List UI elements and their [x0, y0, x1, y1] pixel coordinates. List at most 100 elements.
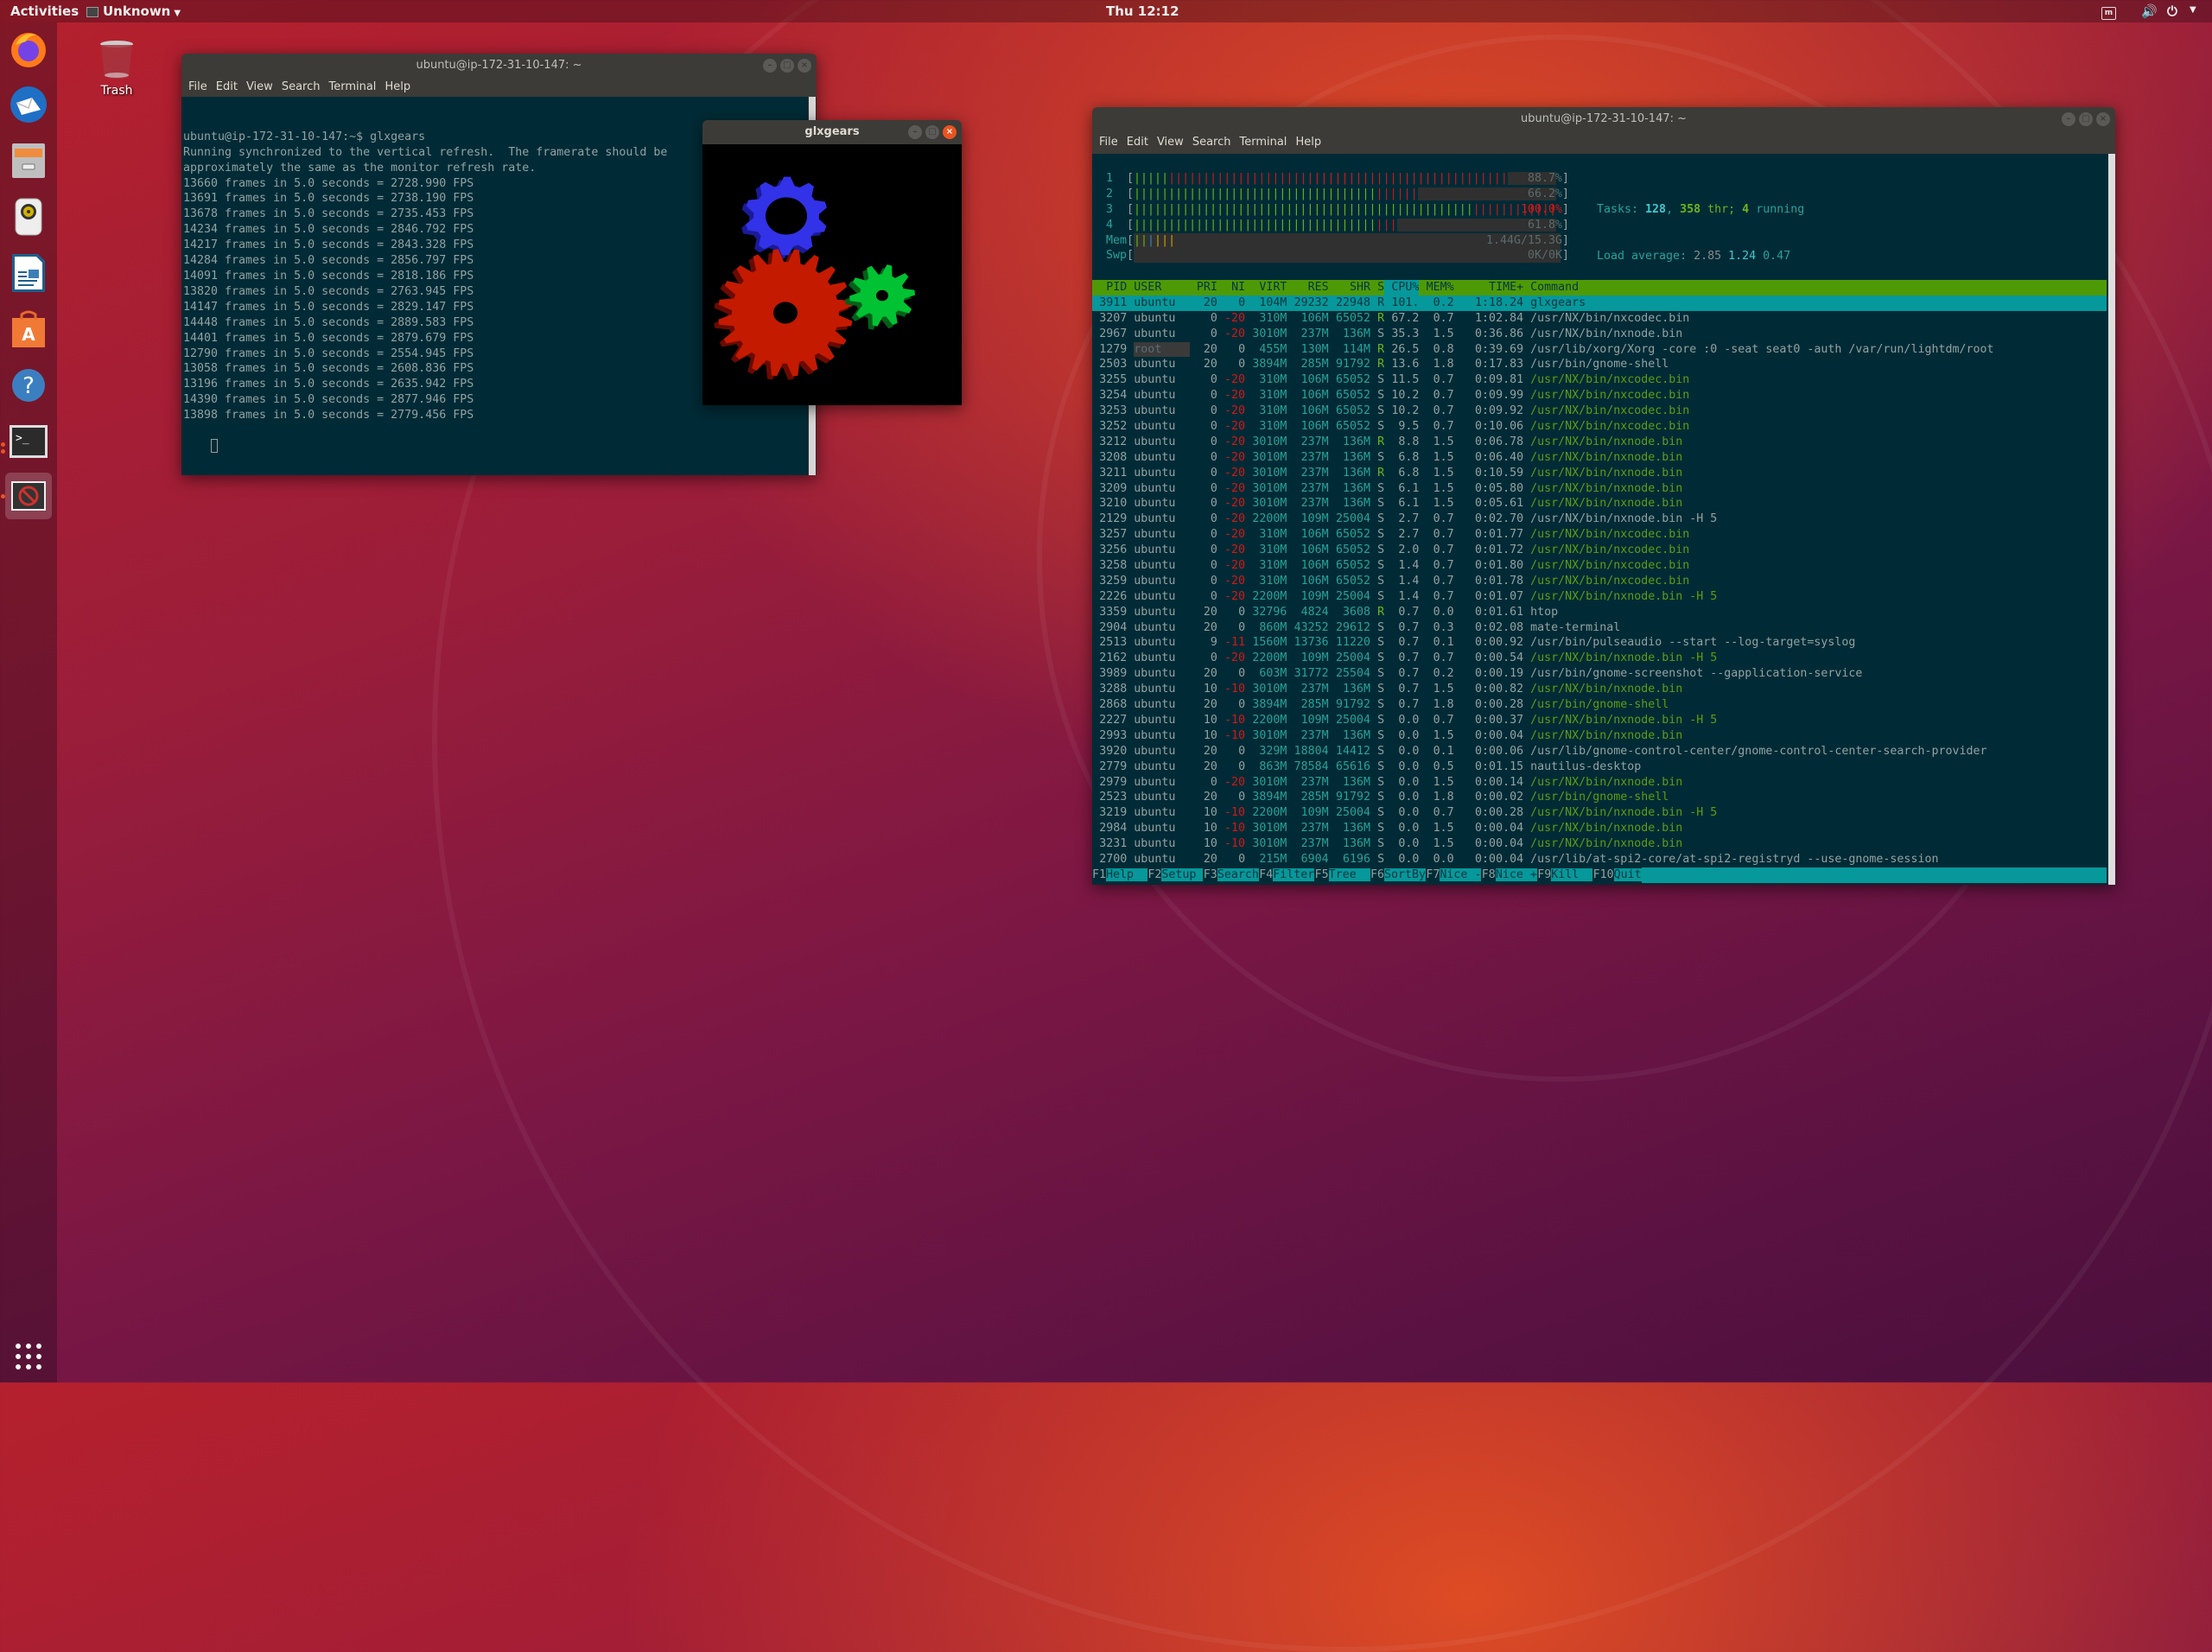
column-header-s[interactable]: S [1370, 280, 1384, 295]
close-button[interactable]: × [2096, 112, 2110, 126]
htop-screen[interactable]: 1[||||||||||||||||||||||||||||||||||||||… [1092, 154, 2115, 885]
desktop-trash[interactable]: Trash [91, 39, 143, 98]
column-header-user[interactable]: USER [1134, 280, 1189, 295]
process-row[interactable]: 3219 ubuntu 10 -10 2200M 109M 25004 S 0.0 0.7 0:00… [1092, 805, 2107, 821]
process-row[interactable]: 3911 ubuntu 20 0 104M 29232 22948 R 101. 0.2 1:18.… [1092, 295, 2107, 311]
menu-help[interactable]: Help [1295, 136, 1321, 149]
process-row[interactable]: 2226 ubuntu 0 -20 2200M 109M 25004 S 1.4 0.7 0:01.… [1092, 589, 2107, 605]
column-header-shr[interactable]: SHR [1329, 280, 1370, 295]
process-row[interactable]: 2979 ubuntu 0 -20 3010M 237M 136M S 0.0 1.5 0:00.1… [1092, 775, 2107, 791]
process-row[interactable]: 3989 ubuntu 20 0 603M 31772 25504 S 0.7 0.2 0:00.1… [1092, 666, 2107, 682]
dock-item-ubuntu-software[interactable]: A [5, 306, 52, 353]
process-row[interactable]: 3253 ubuntu 0 -20 310M 106M 65052 S 10.2 0.7 0:09.… [1092, 403, 2107, 419]
fkey-f3[interactable]: F3Search [1203, 867, 1259, 883]
menu-help[interactable]: Help [385, 80, 410, 93]
process-row[interactable]: 2984 ubuntu 10 -10 3010M 237M 136M S 0.0 1.5 0:00.… [1092, 821, 2107, 836]
process-row[interactable]: 3207 ubuntu 0 -20 310M 106M 65052 R 67.2 0.7 1:02.… [1092, 311, 2107, 327]
process-row[interactable]: 3920 ubuntu 20 0 329M 18804 14412 S 0.0 0.1 0:00.0… [1092, 744, 2107, 759]
process-row[interactable]: 2868 ubuntu 20 0 3894M 285M 91792 S 0.7 1.8 0:00.2… [1092, 697, 2107, 713]
minimize-button[interactable]: – [763, 59, 777, 73]
dock-item-help[interactable]: ? [5, 362, 52, 409]
menu-view[interactable]: View [246, 80, 273, 93]
column-header-mem[interactable]: MEM% [1419, 280, 1454, 295]
menu-view[interactable]: View [1157, 136, 1184, 149]
menu-file[interactable]: File [1099, 136, 1118, 149]
process-row[interactable]: 3257 ubuntu 0 -20 310M 106M 65052 S 2.7 0.7 0:01.7… [1092, 527, 2107, 543]
process-row[interactable]: 3258 ubuntu 0 -20 310M 106M 65052 S 1.4 0.7 0:01.8… [1092, 558, 2107, 574]
title-bar[interactable]: glxgears – □ × [702, 120, 962, 144]
fkey-f4[interactable]: F4Filter [1259, 867, 1315, 883]
process-row[interactable]: 3288 ubuntu 10 -10 3010M 237M 136M S 0.7 1.5 0:00.… [1092, 682, 2107, 697]
process-row[interactable]: 2700 ubuntu 20 0 215M 6904 6196 S 0.0 0.0 0:00.04 /… [1092, 852, 2107, 867]
menu-search[interactable]: Search [1192, 136, 1231, 149]
column-header-time[interactable]: TIME+ [1454, 280, 1523, 295]
process-row[interactable]: 1279 root 20 0 455M 130M 114M R 26.5 0.8 0:39.69/u… [1092, 341, 2107, 358]
process-row[interactable]: 3212 ubuntu 0 -20 3010M 237M 136M R 8.8 1.5 0:06.7… [1092, 435, 2107, 450]
dock-item-unknown-app[interactable] [5, 473, 52, 519]
menu-edit[interactable]: Edit [216, 80, 238, 93]
system-menu-chevron-icon[interactable]: ▼ [2190, 5, 2196, 15]
power-icon[interactable]: ⏻ [2167, 3, 2177, 19]
column-header-pri[interactable]: PRI [1190, 280, 1217, 295]
fkey-f1[interactable]: F1Help [1092, 867, 1148, 883]
process-row[interactable]: 3359 ubuntu 20 0 32796 4824 3608 R 0.7 0.0 0:01.61… [1092, 605, 2107, 620]
maximize-button[interactable]: □ [780, 59, 794, 73]
title-bar[interactable]: ubuntu@ip-172-31-10-147: ~ – □ × [1092, 107, 2115, 131]
process-row[interactable]: 3208 ubuntu 0 -20 3010M 237M 136M S 6.8 1.5 0:06.4… [1092, 450, 2107, 466]
volume-icon[interactable]: 🔊 [2141, 3, 2158, 19]
column-header-res[interactable]: RES [1287, 280, 1329, 295]
close-button[interactable]: × [798, 59, 811, 73]
process-row[interactable]: 3231 ubuntu 10 -10 3010M 237M 136M S 0.0 1.5 0:00.… [1092, 836, 2107, 852]
dock-item-libreoffice-writer[interactable] [5, 250, 52, 296]
process-row[interactable]: 2993 ubuntu 10 -10 3010M 237M 136M S 0.0 1.5 0:00.… [1092, 728, 2107, 744]
process-row[interactable]: 2162 ubuntu 0 -20 2200M 109M 25004 S 0.7 0.7 0:00.… [1092, 651, 2107, 666]
process-row[interactable]: 2129 ubuntu 0 -20 2200M 109M 25004 S 2.7 0.7 0:02.… [1092, 511, 2107, 527]
dock-item-firefox[interactable] [5, 26, 52, 73]
process-row[interactable]: 3256 ubuntu 0 -20 310M 106M 65052 S 2.0 0.7 0:01.7… [1092, 543, 2107, 558]
fkey-f7[interactable]: F7Nice - [1426, 867, 1482, 883]
fkey-f6[interactable]: F6SortBy [1370, 867, 1427, 883]
column-header-virt[interactable]: VIRT [1245, 280, 1287, 295]
dock-item-thunderbird[interactable] [5, 81, 52, 128]
menu-terminal[interactable]: Terminal [328, 80, 376, 93]
show-applications-button[interactable] [14, 1342, 43, 1371]
fkey-f9[interactable]: F9Kill [1537, 867, 1593, 883]
keyboard-indicator-icon[interactable]: m [2101, 3, 2116, 20]
column-header-cpu[interactable]: CPU% [1384, 280, 1420, 295]
fkey-f2[interactable]: F2Setup [1147, 867, 1204, 883]
process-row[interactable]: 2779 ubuntu 20 0 863M 78584 65616 S 0.0 0.5 0:01.1… [1092, 759, 2107, 775]
fkey-f10[interactable]: F10Quit [1592, 867, 1642, 883]
column-header-ni[interactable]: NI [1217, 280, 1245, 295]
activities-button[interactable]: Activities [10, 3, 79, 19]
process-row[interactable]: 3252 ubuntu 0 -20 310M 106M 65052 S 9.5 0.7 0:10.0… [1092, 419, 2107, 435]
process-row[interactable]: 2513 ubuntu 9 -11 1560M 13736 11220 S 0.7 0.1 0:00… [1092, 635, 2107, 651]
app-menu[interactable]: Unknown ▼ [86, 3, 181, 19]
process-row[interactable]: 3255 ubuntu 0 -20 310M 106M 65052 S 11.5 0.7 0:09.… [1092, 372, 2107, 388]
menu-file[interactable]: File [188, 80, 207, 93]
dock-item-files[interactable] [5, 137, 52, 184]
clock[interactable]: Thu 12:12 [1106, 3, 1179, 19]
menu-edit[interactable]: Edit [1127, 136, 1148, 149]
process-row[interactable]: 3254 ubuntu 0 -20 310M 106M 65052 S 10.2 0.7 0:09.… [1092, 388, 2107, 403]
dock-item-terminal[interactable]: >_ [5, 418, 52, 465]
maximize-button[interactable]: □ [2079, 112, 2093, 126]
title-bar[interactable]: ubuntu@ip-172-31-10-147: ~ – □ × [181, 54, 817, 78]
process-row[interactable]: 2523 ubuntu 20 0 3894M 285M 91792 S 0.0 1.8 0:00.0… [1092, 790, 2107, 805]
minimize-button[interactable]: – [908, 125, 922, 139]
process-row[interactable]: 2967 ubuntu 0 -20 3010M 237M 136M S 35.3 1.5 0:36.… [1092, 327, 2107, 342]
close-button[interactable]: × [943, 125, 957, 139]
process-row[interactable]: 3211 ubuntu 0 -20 3010M 237M 136M R 6.8 1.5 0:10.5… [1092, 466, 2107, 481]
column-header-command[interactable]: Command [1530, 280, 2080, 295]
scrollbar[interactable] [2108, 154, 2115, 885]
process-row[interactable]: 2904 ubuntu 20 0 860M 43252 29612 S 0.7 0.3 0:02.0… [1092, 620, 2107, 636]
process-row[interactable]: 2503 ubuntu 20 0 3894M 285M 91792 R 13.6 1.8 0:17.… [1092, 357, 2107, 372]
fkey-f5[interactable]: F5Tree [1314, 867, 1370, 883]
process-row[interactable]: 3209 ubuntu 0 -20 3010M 237M 136M S 6.1 1.5 0:05.8… [1092, 481, 2107, 497]
process-row[interactable]: 3259 ubuntu 0 -20 310M 106M 65052 S 1.4 0.7 0:01.7… [1092, 574, 2107, 589]
process-row[interactable]: 2227 ubuntu 10 -10 2200M 109M 25004 S 0.0 0.7 0:00… [1092, 713, 2107, 728]
dock-item-rhythmbox[interactable] [5, 194, 52, 240]
column-header-pid[interactable]: PID [1092, 280, 1127, 295]
minimize-button[interactable]: – [2062, 112, 2075, 126]
menu-search[interactable]: Search [282, 80, 321, 93]
maximize-button[interactable]: □ [925, 125, 939, 139]
